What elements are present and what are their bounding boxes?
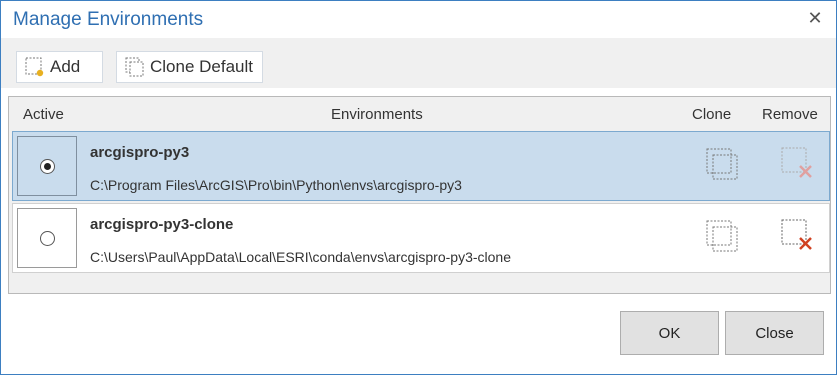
environment-name: arcgispro-py3-clone (90, 216, 234, 233)
toolbar: Add Clone Default (1, 38, 836, 88)
close-icon[interactable]: ✕ (806, 9, 824, 27)
active-cell[interactable] (17, 208, 77, 268)
environment-name: arcgispro-py3 (90, 144, 190, 161)
clone-default-button[interactable]: Clone Default (116, 51, 263, 83)
column-header-clone: Clone (692, 106, 732, 123)
new-item-icon (24, 56, 46, 78)
active-cell[interactable] (17, 136, 77, 196)
environment-path: C:\Program Files\ArcGIS\Pro\bin\Python\e… (90, 177, 462, 193)
add-label: Add (50, 57, 81, 76)
environment-path: C:\Users\Paul\AppData\Local\ESRI\conda\e… (90, 249, 511, 265)
clone-default-label: Clone Default (150, 57, 254, 76)
environment-row[interactable]: arcgispro-py3 C:\Program Files\ArcGIS\Pr… (12, 131, 830, 201)
column-header-remove: Remove (762, 106, 818, 123)
clone-icon[interactable] (704, 218, 740, 254)
environment-row[interactable]: arcgispro-py3-clone C:\Users\Paul\AppDat… (12, 203, 830, 273)
remove-x-icon[interactable] (780, 146, 816, 182)
clone-icon (124, 56, 146, 78)
clone-icon[interactable] (704, 146, 740, 182)
grid-header: Active Environments Clone Remove (9, 97, 830, 130)
active-radio[interactable] (40, 231, 55, 246)
title-bar: Manage Environments ✕ (1, 1, 836, 38)
window-title: Manage Environments (13, 9, 204, 30)
environments-grid: Active Environments Clone Remove arcgisp… (8, 96, 831, 294)
manage-environments-dialog: Manage Environments ✕ Add Clone Default (0, 0, 837, 375)
column-header-environments: Environments (331, 106, 423, 123)
active-radio[interactable] (40, 159, 55, 174)
remove-x-icon[interactable] (780, 218, 816, 254)
add-button[interactable]: Add (16, 51, 103, 83)
column-header-active: Active (23, 106, 64, 123)
ok-button[interactable]: OK (620, 311, 719, 355)
close-button[interactable]: Close (725, 311, 824, 355)
